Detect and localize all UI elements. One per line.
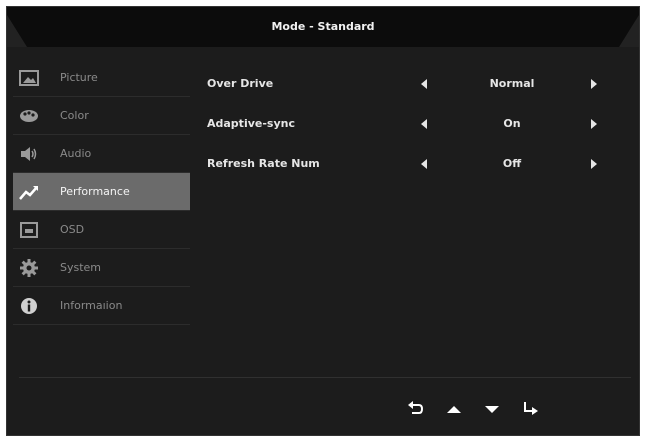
sidebar-item-information[interactable]: Informaıion [13,287,190,325]
sidebar-item-audio[interactable]: Audio [13,135,190,173]
osd-menu: Mode - Standard Picture Color Audio Perf… [6,6,640,436]
sidebar-item-label: System [60,261,102,274]
sidebar-item-label: Audio [60,147,92,160]
sidebar-item-label: Picture [60,71,98,84]
sidebar-item-color[interactable]: Color [13,97,190,135]
sidebar-item-system[interactable]: System [13,249,190,287]
title-bar: Mode - Standard [7,7,639,47]
up-icon[interactable] [445,401,463,417]
sidebar-item-label: OSD [60,223,85,236]
setting-value: Off [502,157,522,170]
arrow-right-icon[interactable] [591,159,597,169]
setting-label: Adaptive-sync [207,117,295,130]
sidebar: Picture Color Audio Performance OSD Syst… [13,59,190,325]
color-icon [20,110,38,122]
picture-icon [19,70,39,86]
performance-icon [19,186,38,200]
enter-icon[interactable] [521,401,539,417]
sidebar-item-label: Color [60,109,89,122]
sidebar-item-label: Informaıion [60,299,123,312]
arrow-right-icon[interactable] [591,119,597,129]
audio-icon [21,147,37,161]
sidebar-item-performance[interactable]: Performance [13,173,190,211]
back-icon[interactable] [407,401,425,417]
setting-over-drive[interactable]: Over Drive Normal [207,69,617,109]
arrow-left-icon[interactable] [421,79,427,89]
setting-label: Refresh Rate Num [207,157,320,170]
arrow-left-icon[interactable] [421,159,427,169]
sidebar-item-osd[interactable]: OSD [13,211,190,249]
setting-label: Over Drive [207,77,274,90]
settings-panel: Over Drive Normal Adaptive-sync On Refre… [207,69,617,189]
setting-value: On [503,117,521,130]
down-icon[interactable] [483,401,501,417]
sidebar-item-picture[interactable]: Picture [13,59,190,97]
sidebar-item-label: Performance [60,185,130,198]
setting-refresh-rate-num[interactable]: Refresh Rate Num Off [207,149,617,189]
osd-icon [20,222,38,238]
info-icon [21,298,37,314]
footer-divider [19,377,631,378]
setting-adaptive-sync[interactable]: Adaptive-sync On [207,109,617,149]
arrow-right-icon[interactable] [591,79,597,89]
page-title: Mode - Standard [271,20,375,33]
gear-icon [20,259,38,277]
setting-value: Normal [489,77,535,90]
arrow-left-icon[interactable] [421,119,427,129]
